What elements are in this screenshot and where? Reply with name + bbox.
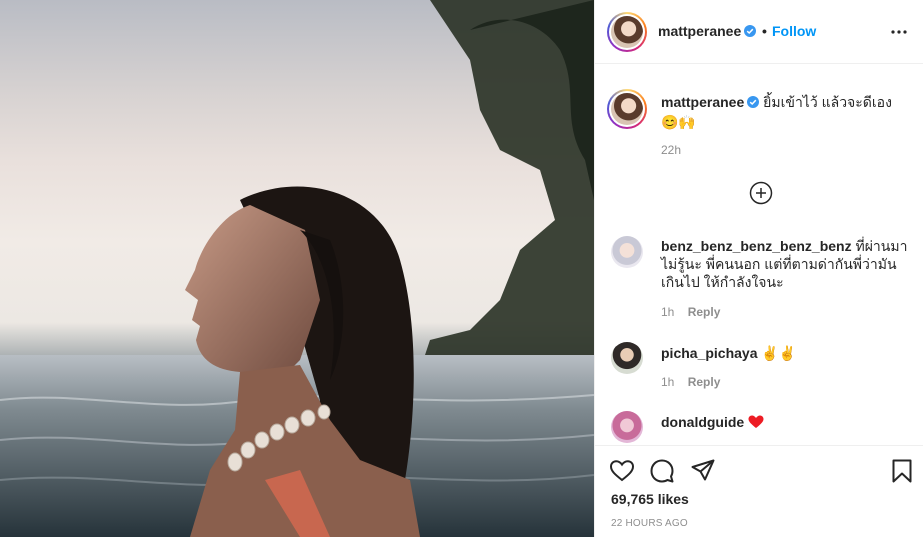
like-count[interactable]: 69,765 likes — [611, 491, 689, 507]
share-paper-plane-icon[interactable] — [690, 458, 716, 484]
commenter-avatar[interactable] — [611, 411, 643, 443]
author-avatar[interactable] — [607, 12, 647, 52]
author-username[interactable]: mattperanee — [658, 23, 741, 39]
commenter-avatar[interactable] — [611, 236, 643, 268]
save-bookmark-icon[interactable] — [889, 458, 915, 484]
post-actions: 69,765 likes 22 HOURS AGO — [595, 445, 923, 537]
comment-time[interactable]: 1h — [661, 375, 674, 389]
reply-button[interactable]: Reply — [688, 305, 721, 319]
post-header: mattperanee • Follow — [595, 0, 923, 64]
header-separator: • — [762, 23, 767, 39]
comment-meta: 1h Reply — [661, 305, 720, 319]
red-heart-emoji-icon — [748, 415, 764, 428]
comment-body: picha_pichaya ✌️✌️ — [661, 344, 911, 362]
commenter-avatar[interactable] — [611, 342, 643, 374]
caption-timestamp[interactable]: 22h — [661, 143, 681, 157]
post-timestamp[interactable]: 22 HOURS AGO — [611, 518, 688, 529]
verified-badge-icon — [744, 25, 757, 37]
load-more-comments-icon[interactable] — [749, 181, 773, 205]
post-photo[interactable] — [0, 0, 594, 537]
comment-time[interactable]: 1h — [661, 305, 674, 319]
post-side-panel: mattperanee • Follow mattperanee ยิ้มเข้… — [594, 0, 923, 537]
caption-text: ยิ้มเข้าไว้ แล้วจะดีเอง — [763, 94, 892, 110]
comment-body: benz_benz_benz_benz_benz ที่ผ่านมาไม่รู้… — [661, 237, 911, 291]
comment-body: donaldguide — [661, 413, 911, 431]
caption-emoji: 😊🙌 — [661, 114, 696, 130]
more-options-icon[interactable] — [887, 22, 911, 42]
commenter-username[interactable]: picha_pichaya — [661, 345, 758, 361]
comment-text: ✌️✌️ — [761, 345, 797, 361]
commenter-username[interactable]: benz_benz_benz_benz_benz — [661, 238, 852, 254]
comments-section[interactable]: mattperanee ยิ้มเข้าไว้ แล้วจะดีเอง 😊🙌 2… — [595, 65, 923, 445]
comment-bubble-icon[interactable] — [649, 458, 675, 484]
follow-button[interactable]: Follow — [772, 23, 816, 39]
author-username-group: mattperanee — [658, 23, 757, 39]
caption-author-avatar[interactable] — [607, 89, 647, 129]
reply-button[interactable]: Reply — [688, 375, 721, 389]
comment-meta: 1h Reply — [661, 375, 720, 389]
caption: mattperanee ยิ้มเข้าไว้ แล้วจะดีเอง 😊🙌 — [661, 92, 911, 132]
post-photo-illustration — [0, 0, 594, 537]
verified-badge-icon — [747, 96, 760, 108]
commenter-username[interactable]: donaldguide — [661, 414, 744, 430]
caption-username[interactable]: mattperanee — [661, 94, 744, 110]
like-heart-icon[interactable] — [609, 458, 635, 484]
